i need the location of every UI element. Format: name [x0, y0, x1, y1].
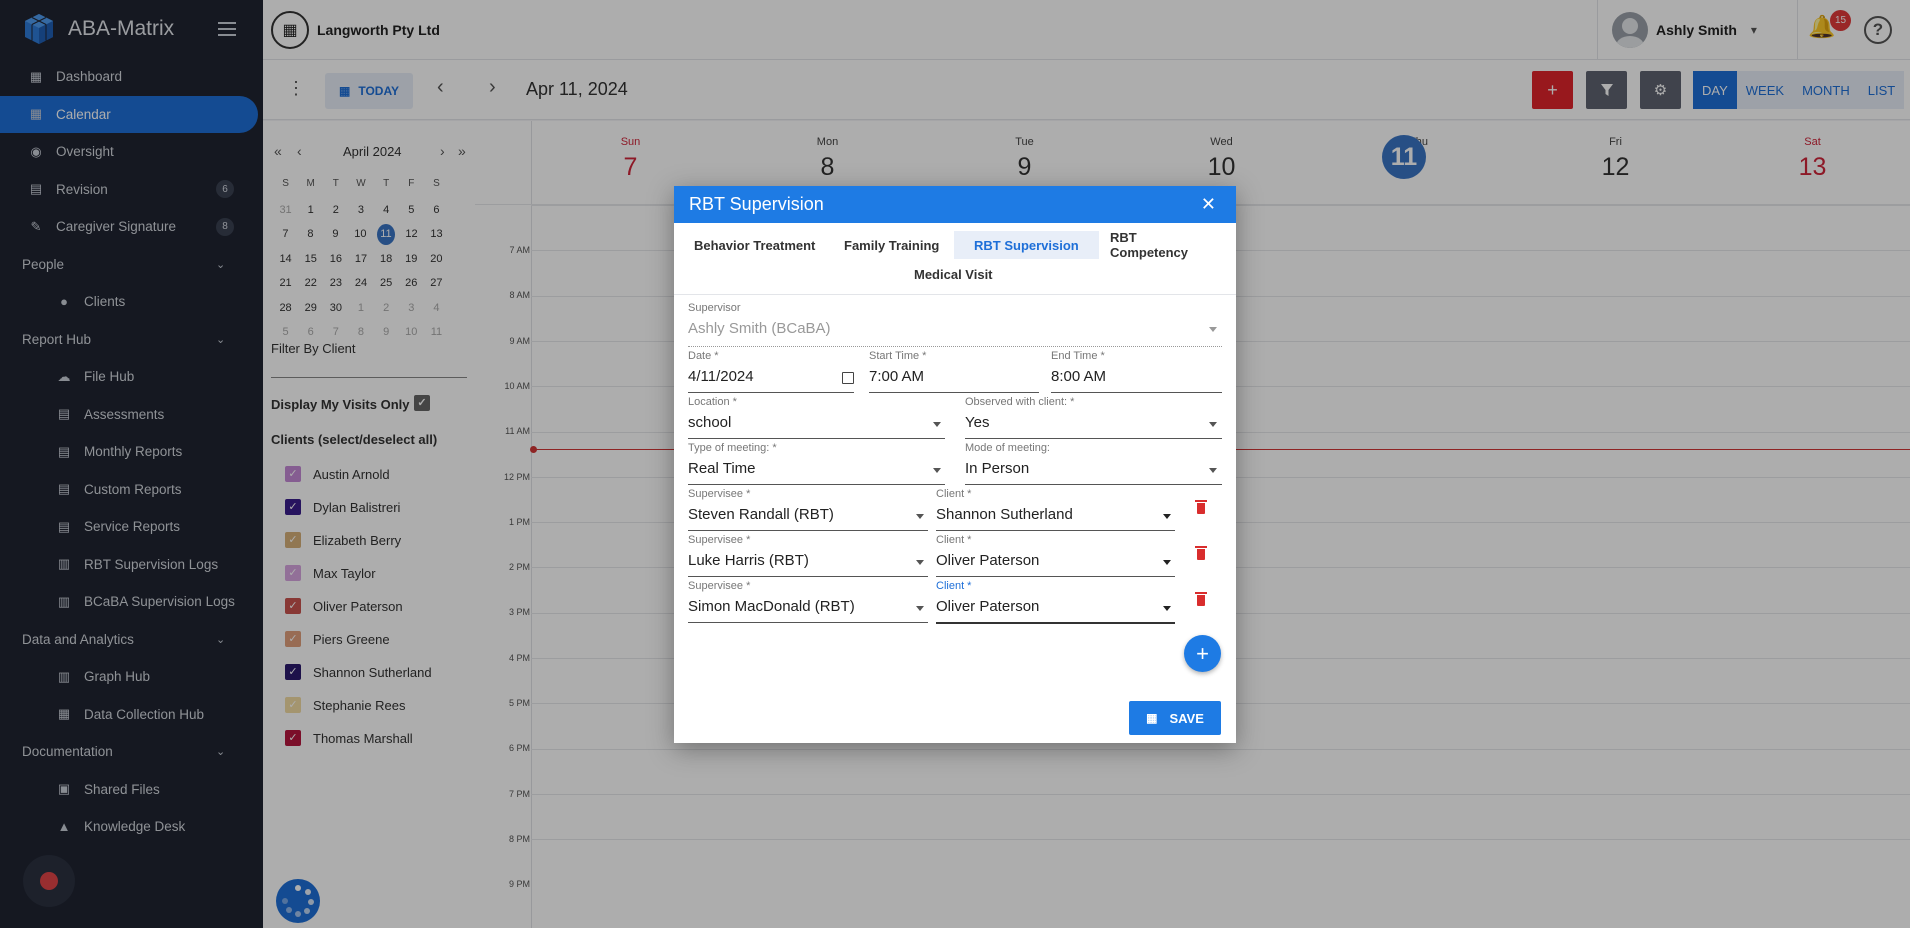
meeting-mode-select[interactable]: In Person: [965, 460, 1029, 477]
supervisor-label: Supervisor: [688, 302, 741, 314]
date-field[interactable]: 4/11/2024: [688, 368, 754, 385]
tab-rbt-competency[interactable]: RBT Competency: [1090, 230, 1236, 260]
supervisor-underline: [688, 346, 1222, 347]
client-underline: [936, 530, 1175, 531]
date-label: Date *: [688, 350, 719, 362]
chevron-down-icon: [1209, 468, 1217, 473]
supervisee-label: Supervisee *: [688, 534, 751, 546]
start-time-label: Start Time *: [869, 350, 927, 362]
calendar-icon: ▦: [1146, 711, 1158, 725]
save-label: SAVE: [1169, 710, 1204, 726]
meeting-type-underline: [688, 484, 945, 485]
client-label: Client *: [936, 488, 972, 500]
trash-icon[interactable]: [1195, 500, 1207, 514]
trash-icon[interactable]: [1195, 592, 1207, 606]
chevron-down-icon: [1209, 327, 1217, 332]
chevron-down-icon: [916, 560, 924, 565]
meeting-type-select[interactable]: Real Time: [688, 460, 756, 477]
observed-label: Observed with client: *: [965, 396, 1075, 408]
dialog-header: RBT Supervision ✕: [674, 186, 1236, 223]
appointment-type-tabs: Behavior Treatment Family Training RBT S…: [674, 223, 1236, 295]
chevron-down-icon: [916, 606, 924, 611]
plus-icon: +: [1196, 640, 1209, 666]
supervisee-select[interactable]: Steven Randall (RBT): [688, 506, 834, 523]
tab-family-training[interactable]: Family Training: [824, 231, 959, 259]
meeting-type-label: Type of meeting: *: [688, 442, 777, 454]
chevron-down-icon: [933, 468, 941, 473]
supervisee-underline: [688, 576, 928, 577]
end-time-underline: [1051, 392, 1222, 393]
dialog-title: RBT Supervision: [689, 194, 824, 214]
end-time-label: End Time *: [1051, 350, 1105, 362]
client-select[interactable]: Oliver Paterson: [936, 598, 1039, 615]
tab-behavior-treatment[interactable]: Behavior Treatment: [674, 231, 835, 259]
client-underline: [936, 576, 1175, 577]
start-time-underline: [869, 392, 1039, 393]
client-label: Client *: [936, 534, 972, 546]
chevron-down-icon: [1209, 422, 1217, 427]
rbt-supervision-dialog: RBT Supervision ✕ Behavior Treatment Fam…: [674, 186, 1236, 743]
observed-select[interactable]: Yes: [965, 414, 989, 431]
tab-medical-visit[interactable]: Medical Visit: [894, 260, 1013, 288]
date-underline: [688, 392, 854, 393]
end-time-field[interactable]: 8:00 AM: [1051, 368, 1106, 385]
location-select[interactable]: school: [688, 414, 731, 431]
observed-underline: [965, 438, 1222, 439]
close-icon[interactable]: ✕: [1201, 194, 1216, 215]
supervisee-underline: [688, 622, 928, 623]
chevron-down-icon: [1163, 606, 1171, 611]
chevron-down-icon: [916, 514, 924, 519]
client-underline: [936, 622, 1175, 624]
start-time-field[interactable]: 7:00 AM: [869, 368, 924, 385]
trash-icon[interactable]: [1195, 546, 1207, 560]
save-button[interactable]: ▦ SAVE: [1129, 701, 1221, 735]
meeting-mode-label: Mode of meeting:: [965, 442, 1050, 454]
tab-rbt-supervision[interactable]: RBT Supervision: [954, 231, 1099, 259]
location-label: Location *: [688, 396, 737, 408]
client-select[interactable]: Oliver Paterson: [936, 552, 1039, 569]
supervisee-select[interactable]: Luke Harris (RBT): [688, 552, 809, 569]
client-select[interactable]: Shannon Sutherland: [936, 506, 1073, 523]
supervisee-underline: [688, 530, 928, 531]
supervisee-select[interactable]: Simon MacDonald (RBT): [688, 598, 855, 615]
chevron-down-icon: [933, 422, 941, 427]
client-label: Client *: [936, 580, 972, 592]
meeting-mode-underline: [965, 484, 1222, 485]
chevron-down-icon: [1163, 514, 1171, 519]
calendar-picker-icon[interactable]: [842, 372, 854, 384]
supervisor-select: Ashly Smith (BCaBA): [688, 320, 831, 337]
supervisee-label: Supervisee *: [688, 488, 751, 500]
location-underline: [688, 438, 945, 439]
add-supervisee-button[interactable]: +: [1184, 635, 1221, 672]
chevron-down-icon: [1163, 560, 1171, 565]
supervisee-label: Supervisee *: [688, 580, 751, 592]
